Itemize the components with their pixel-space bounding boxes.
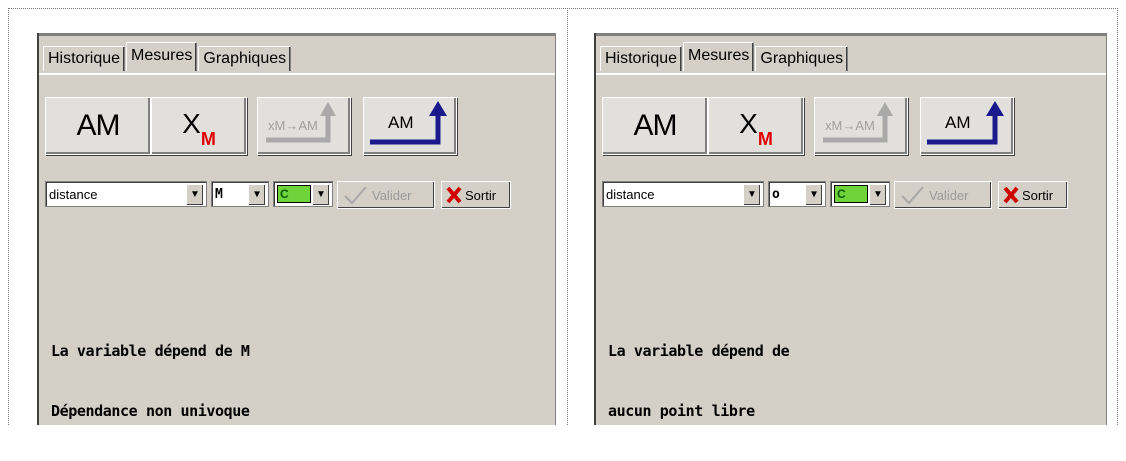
message-line-2: aucun point libre (608, 402, 755, 420)
point-select[interactable]: M ▼ (211, 181, 269, 207)
color-select[interactable]: C ▼ (830, 181, 890, 207)
measures-panel: Historique Mesures Graphiques AM XM xM→A… (37, 33, 556, 425)
xm-label: XM (739, 107, 773, 150)
am-return-button[interactable]: AM (363, 97, 457, 155)
xm-label: XM (182, 107, 216, 150)
tab-bar: Historique Mesures Graphiques (43, 42, 292, 71)
message-line-1: La variable dépend de (608, 342, 790, 360)
am-return-button[interactable]: AM (920, 97, 1014, 155)
svg-text:AM: AM (388, 113, 414, 132)
validate-button[interactable]: Valider (894, 181, 992, 209)
svg-text:AM: AM (945, 113, 971, 132)
convert-xm-am-button[interactable]: xM→AM (257, 97, 351, 155)
variable-select[interactable]: distance ▼ (602, 181, 764, 207)
return-arrow-icon: AM (927, 101, 1004, 145)
validate-button[interactable]: Valider (337, 181, 435, 209)
tab-graphiques[interactable]: Graphiques (198, 46, 292, 71)
svg-text:xM→AM: xM→AM (268, 118, 318, 133)
color-swatch: C (277, 185, 311, 203)
controls-row: distance ▼ M ▼ C ▼ Valider Sortir (45, 181, 551, 209)
controls-row: distance ▼ o ▼ C ▼ Valider Sortir (602, 181, 1102, 209)
tab-historique[interactable]: Historique (43, 46, 126, 71)
chevron-down-icon: ▼ (186, 184, 204, 206)
close-icon (1003, 186, 1019, 204)
convert-arrow-icon: xM→AM (823, 102, 893, 143)
chevron-down-icon: ▼ (869, 184, 887, 206)
tab-historique[interactable]: Historique (600, 46, 683, 71)
xm-button[interactable]: XM (151, 97, 247, 155)
color-select[interactable]: C ▼ (273, 181, 333, 207)
am-button[interactable]: AM (45, 97, 151, 155)
convert-xm-am-button[interactable]: xM→AM (814, 97, 908, 155)
chevron-down-icon: ▼ (805, 184, 823, 206)
close-icon (446, 186, 462, 204)
color-swatch: C (834, 185, 868, 203)
exit-button[interactable]: Sortir (998, 181, 1068, 209)
exit-button[interactable]: Sortir (441, 181, 511, 209)
am-button[interactable]: AM (602, 97, 708, 155)
svg-text:xM→AM: xM→AM (825, 118, 875, 133)
measures-panel: Historique Mesures Graphiques AM XM xM→A… (594, 33, 1107, 425)
xm-button[interactable]: XM (708, 97, 804, 155)
checkmark-icon (901, 186, 924, 205)
convert-arrow-icon: xM→AM (266, 102, 336, 143)
tab-bar: Historique Mesures Graphiques (600, 42, 849, 71)
tab-mesures[interactable]: Mesures (683, 42, 755, 71)
chevron-down-icon: ▼ (312, 184, 330, 206)
chevron-down-icon: ▼ (248, 184, 266, 206)
tab-mesures[interactable]: Mesures (126, 42, 198, 71)
return-arrow-icon: AM (370, 101, 447, 145)
left-screenshot-cell: Historique Mesures Graphiques AM XM xM→A… (8, 8, 568, 425)
chevron-down-icon: ▼ (743, 184, 761, 206)
am-label: AM (76, 109, 121, 142)
status-message: La variable dépend de M Dépendance non u… (51, 301, 250, 461)
am-label: AM (633, 109, 678, 142)
message-line-2: Dépendance non univoque (51, 402, 250, 420)
right-screenshot-cell: Historique Mesures Graphiques AM XM xM→A… (567, 8, 1118, 425)
point-select[interactable]: o ▼ (768, 181, 826, 207)
status-message: La variable dépend de aucun point libre (608, 301, 790, 461)
variable-select[interactable]: distance ▼ (45, 181, 207, 207)
checkmark-icon (344, 186, 367, 205)
tab-graphiques[interactable]: Graphiques (755, 46, 849, 71)
message-line-1: La variable dépend de M (51, 342, 250, 360)
